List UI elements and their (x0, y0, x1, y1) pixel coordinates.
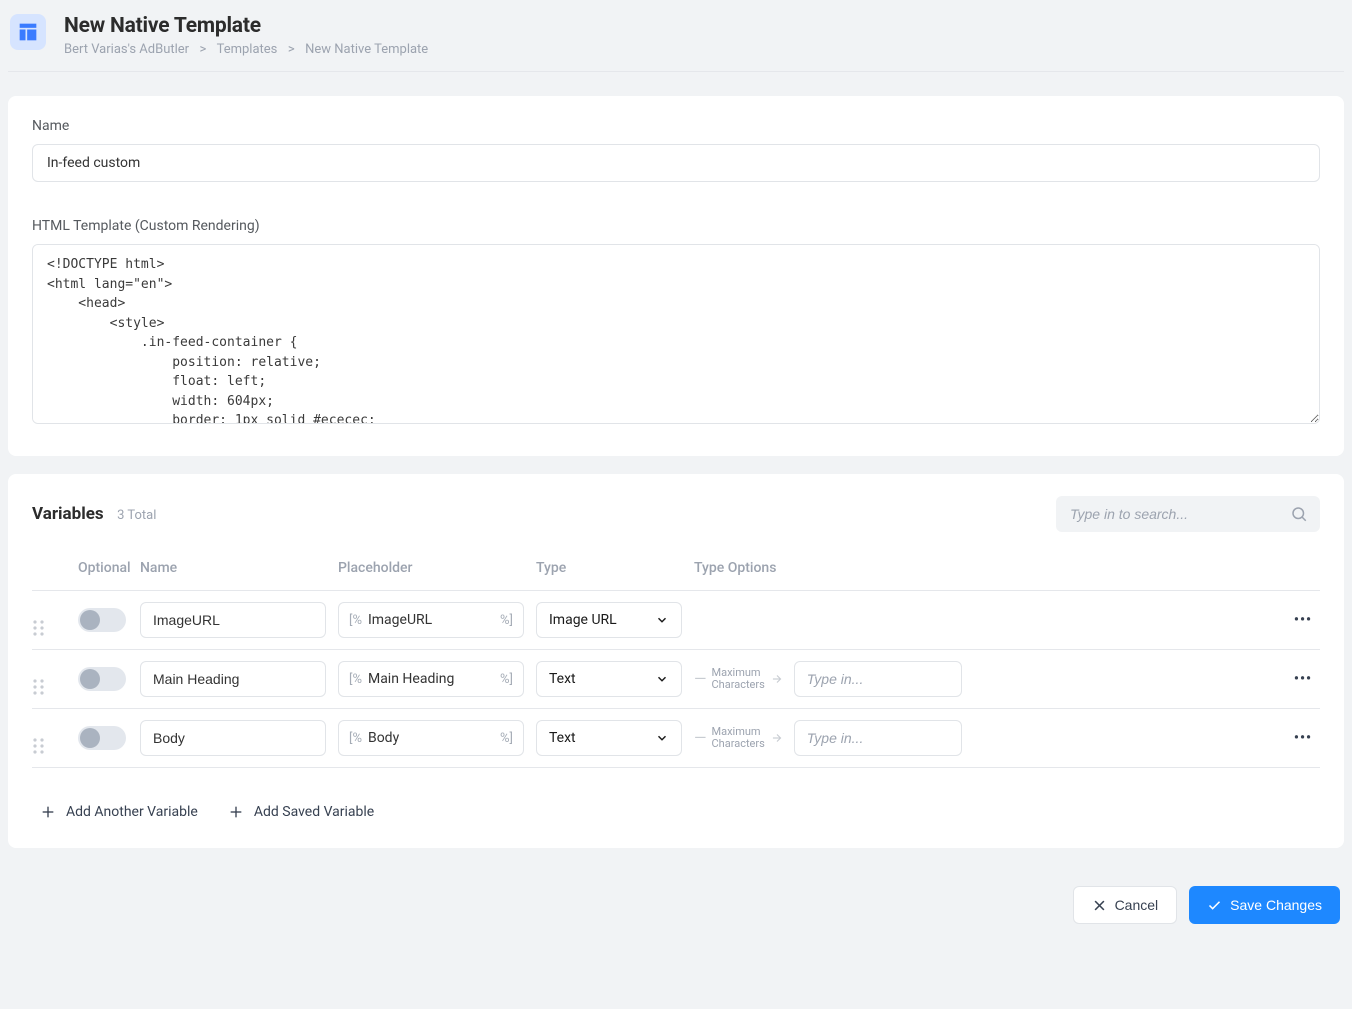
col-type: Type (536, 560, 694, 576)
col-placeholder: Placeholder (338, 560, 536, 576)
chevron-down-icon (655, 613, 669, 627)
col-optional: Optional (78, 560, 140, 576)
add-another-variable-button[interactable]: Add Another Variable (40, 804, 198, 820)
variable-name-input[interactable] (140, 602, 326, 638)
breadcrumb-item[interactable]: Templates (217, 42, 278, 57)
drag-handle-icon[interactable] (32, 720, 78, 756)
cancel-button[interactable]: Cancel (1073, 886, 1178, 924)
chevron-down-icon (655, 672, 669, 686)
type-select[interactable]: Image URL (536, 602, 682, 638)
template-icon (10, 14, 46, 50)
placeholder-input[interactable]: [% ImageURL %] (338, 602, 524, 638)
drag-handle-icon[interactable] (32, 661, 78, 697)
footer-actions: Cancel Save Changes (8, 866, 1344, 928)
optional-toggle[interactable] (78, 608, 126, 632)
breadcrumb-item[interactable]: New Native Template (305, 42, 428, 57)
template-form-card: Name HTML Template (Custom Rendering) <!… (8, 96, 1344, 456)
variables-table-header: Optional Name Placeholder Type Type Opti… (32, 552, 1320, 591)
page-title: New Native Template (64, 14, 428, 38)
check-icon (1207, 898, 1222, 913)
search-input[interactable] (1056, 496, 1320, 532)
page-header: New Native Template Bert Varias's AdButl… (8, 8, 1344, 72)
variable-name-input[interactable] (140, 720, 326, 756)
arrow-right-icon (770, 672, 784, 686)
maxchar-input[interactable] (794, 720, 962, 756)
search-icon (1290, 505, 1308, 523)
variable-row: [% Body %] Text — Max (32, 709, 1320, 768)
save-button[interactable]: Save Changes (1189, 886, 1340, 924)
chevron-down-icon (655, 731, 669, 745)
placeholder-input[interactable]: [% Body %] (338, 720, 524, 756)
more-icon[interactable]: ••• (1294, 730, 1320, 746)
col-type-options: Type Options (694, 560, 1272, 576)
variable-name-input[interactable] (140, 661, 326, 697)
variable-row: [% Main Heading %] Text — (32, 650, 1320, 709)
variables-title: Variables (32, 504, 104, 524)
variables-count: 3 Total (117, 508, 156, 523)
plus-icon (40, 804, 56, 820)
add-saved-variable-button[interactable]: Add Saved Variable (228, 804, 374, 820)
variables-card: Variables 3 Total Optional Name Placehol… (8, 474, 1344, 848)
more-icon[interactable]: ••• (1294, 671, 1320, 687)
close-icon (1092, 898, 1107, 913)
html-template-input[interactable]: <!DOCTYPE html> <html lang="en"> <head> … (32, 244, 1320, 424)
breadcrumb-item[interactable]: Bert Varias's AdButler (64, 42, 189, 57)
maxchar-input[interactable] (794, 661, 962, 697)
name-label: Name (32, 118, 1320, 134)
maxchar-label: — Maximum Characters (694, 667, 784, 691)
type-select[interactable]: Text (536, 661, 682, 697)
breadcrumb[interactable]: Bert Varias's AdButler > Templates > New… (64, 42, 428, 57)
arrow-right-icon (770, 731, 784, 745)
col-name: Name (140, 560, 338, 576)
optional-toggle[interactable] (78, 667, 126, 691)
placeholder-input[interactable]: [% Main Heading %] (338, 661, 524, 697)
optional-toggle[interactable] (78, 726, 126, 750)
type-select[interactable]: Text (536, 720, 682, 756)
plus-icon (228, 804, 244, 820)
html-template-label: HTML Template (Custom Rendering) (32, 218, 1320, 234)
more-icon[interactable]: ••• (1294, 612, 1320, 628)
maxchar-label: — Maximum Characters (694, 726, 784, 750)
drag-handle-icon[interactable] (32, 602, 78, 638)
name-input[interactable] (32, 144, 1320, 182)
variable-row: [% ImageURL %] Image URL ••• (32, 591, 1320, 650)
